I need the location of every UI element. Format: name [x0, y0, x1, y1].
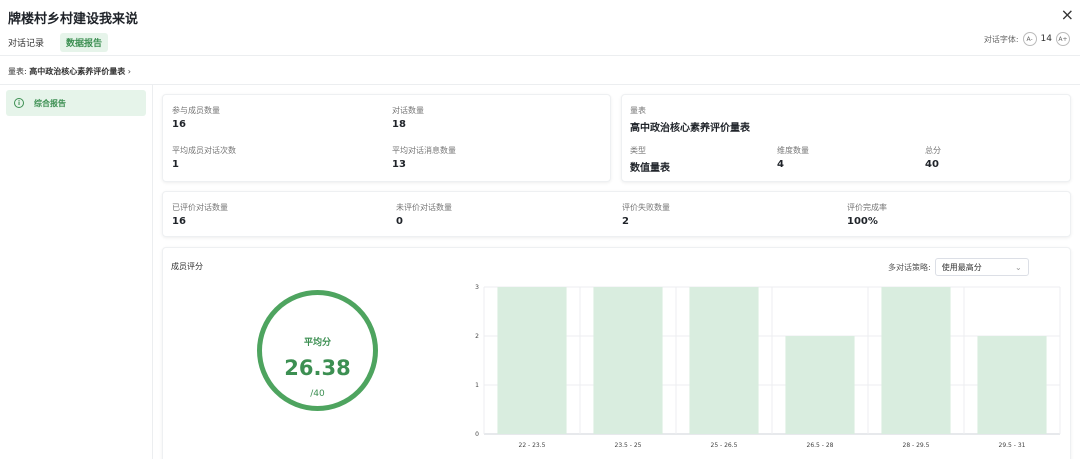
y-tick-label: 1: [475, 382, 479, 389]
score-histogram: 0 1 2 3 22 - 23.5 23.5 - 25 25 - 26.5 26.5 - 28…: [475, 284, 1061, 449]
failed-stat: 评价失败数量 2: [622, 202, 670, 227]
histogram-bar: [977, 336, 1047, 434]
evaluation-stats-card: 已评价对话数量 16 未评价对话数量 0 评价失败数量 2 评价完成率 100%: [162, 191, 1071, 237]
stat-label: 对话数量: [392, 106, 424, 115]
stat-label: 平均对话消息数量: [392, 146, 456, 155]
tab-dialog-records[interactable]: 对话记录: [8, 33, 44, 52]
x-tick-label: 23.5 - 25: [615, 442, 642, 449]
stat-value: 4: [777, 159, 784, 170]
stat-label: 未评价对话数量: [396, 203, 452, 212]
avg-messages-stat: 平均对话消息数量 13: [392, 145, 456, 170]
dialogs-stat: 对话数量 18: [392, 105, 424, 130]
stat-label: 总分: [925, 146, 941, 155]
histogram-bar: [689, 287, 759, 434]
scale-type-stat: 类型 数值量表: [630, 145, 670, 174]
font-size-label: 对话字体:: [983, 34, 1019, 44]
avg-dialogs-stat: 平均成员对话次数 1: [172, 145, 236, 170]
x-tick-label: 29.5 - 31: [999, 442, 1026, 449]
stat-value: 13: [392, 159, 406, 170]
histogram-bar: [593, 287, 663, 434]
stat-value: 40: [925, 159, 939, 170]
close-icon[interactable]: ×: [1061, 5, 1074, 24]
member-scores-title: 成员评分: [171, 262, 203, 271]
average-score-value: 26.38: [284, 356, 351, 380]
histogram-bar: [785, 336, 855, 434]
stat-value: 高中政治核心素养评价量表: [630, 123, 750, 134]
unevaluated-stat: 未评价对话数量 0: [396, 202, 452, 227]
stat-label: 类型: [630, 146, 646, 155]
subheader-divider: [0, 84, 1080, 85]
strategy-select-value: 使用最高分: [941, 262, 982, 272]
header-divider: [0, 55, 1080, 56]
chevron-right-icon: ›: [127, 67, 131, 76]
average-score-label: 平均分: [303, 338, 331, 348]
stat-value: 16: [172, 216, 186, 227]
stat-label: 参与成员数量: [172, 106, 220, 115]
sidebar-item-label: 综合报告: [34, 98, 66, 108]
completion-rate-stat: 评价完成率 100%: [847, 202, 887, 227]
x-tick-label: 28 - 29.5: [903, 442, 930, 449]
stat-value: 100%: [847, 216, 878, 227]
scale-selector-label: 量表:: [8, 67, 27, 76]
stat-value: 0: [396, 216, 403, 227]
stat-label: 平均成员对话次数: [172, 146, 236, 155]
scale-selector[interactable]: 量表: 高中政治核心素养评价量表 ›: [8, 66, 131, 77]
x-tick-label: 22 - 23.5: [519, 442, 546, 449]
dimensions-stat: 维度数量 4: [777, 145, 809, 170]
strategy-control: 多对话策略: 使用最高分 ⌄: [888, 258, 1029, 276]
participants-stat: 参与成员数量 16: [172, 105, 220, 130]
tab-data-report[interactable]: 数据报告: [60, 33, 109, 52]
sidebar-item-summary-report[interactable]: i 综合报告: [6, 90, 146, 116]
stat-value: 数值量表: [630, 163, 670, 174]
dialog-stats-card: 参与成员数量 16 对话数量 18 平均成员对话次数 1 平均对话消息数量 13: [162, 94, 611, 182]
scale-selector-name: 高中政治核心素养评价量表: [29, 67, 126, 76]
font-decrease-button[interactable]: A-: [1022, 32, 1037, 46]
stat-value: 1: [172, 159, 179, 170]
stat-value: 16: [172, 119, 186, 130]
info-icon: i: [14, 98, 24, 108]
average-score-total: /40: [310, 389, 325, 399]
x-tick-label: 26.5 - 28: [807, 442, 834, 449]
y-tick-label: 3: [475, 284, 479, 291]
sidebar-divider: [152, 85, 153, 459]
histogram-bar: [881, 287, 951, 434]
scale-info-card: 量表 高中政治核心素养评价量表 类型 数值量表 维度数量 4 总分 40: [621, 94, 1071, 182]
stat-label: 量表: [630, 106, 646, 115]
stat-label: 评价失败数量: [622, 203, 670, 212]
tab-bar: 对话记录 数据报告: [8, 33, 124, 52]
font-size-value: 14: [1040, 34, 1052, 44]
y-tick-label: 2: [475, 333, 479, 340]
stat-label: 评价完成率: [847, 203, 887, 212]
histogram-bar: [497, 287, 567, 434]
strategy-select[interactable]: 使用最高分 ⌄: [934, 258, 1029, 276]
x-tick-label: 25 - 26.5: [711, 442, 738, 449]
total-score-stat: 总分 40: [925, 145, 941, 170]
y-tick-label: 0: [475, 431, 479, 438]
chevron-down-icon: ⌄: [1015, 262, 1022, 272]
page-title: 牌楼村乡村建设我来说: [8, 12, 139, 27]
strategy-label: 多对话策略:: [888, 262, 931, 272]
stat-value: 2: [622, 216, 629, 227]
stat-label: 维度数量: [777, 146, 809, 155]
font-size-control: 对话字体: A- 14 A+: [984, 32, 1074, 46]
stat-value: 18: [392, 119, 406, 130]
font-increase-button[interactable]: A+: [1056, 32, 1070, 46]
stat-label: 已评价对话数量: [172, 203, 228, 212]
scale-name-stat: 量表 高中政治核心素养评价量表: [630, 105, 750, 134]
evaluated-stat: 已评价对话数量 16: [172, 202, 228, 227]
